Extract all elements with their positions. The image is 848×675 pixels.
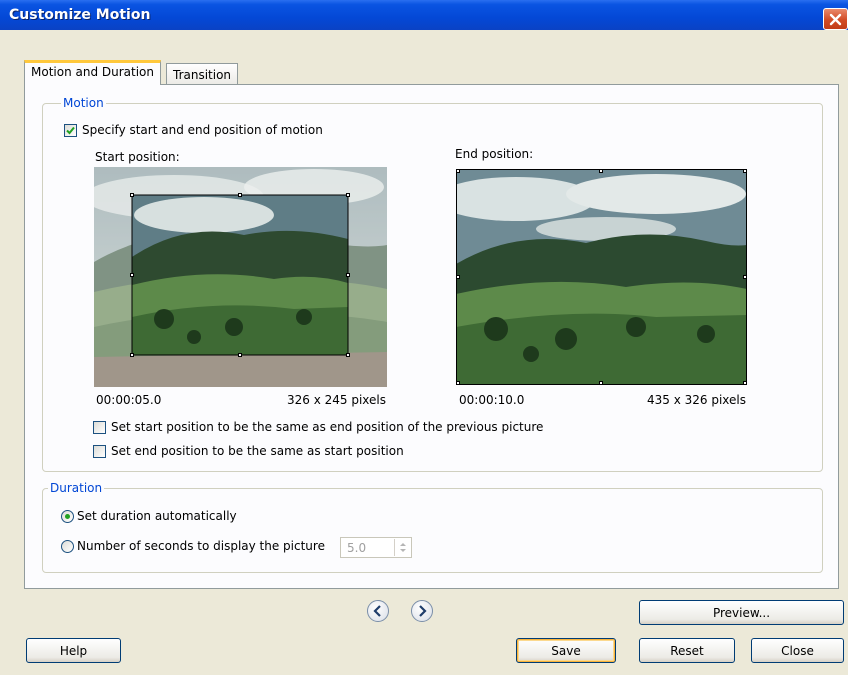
crop-handle[interactable] — [456, 169, 460, 173]
same-as-previous-checkbox[interactable] — [93, 421, 106, 434]
crop-handle[interactable] — [238, 193, 242, 197]
tab-transition[interactable]: Transition — [166, 63, 239, 84]
crop-handle[interactable] — [346, 273, 350, 277]
radio-selected-dot — [65, 514, 70, 519]
crop-handle[interactable] — [130, 353, 134, 357]
motion-group-label: Motion — [61, 96, 106, 110]
window-title: Customize Motion — [9, 7, 151, 23]
save-button[interactable]: Save — [516, 638, 616, 663]
title-bar: Customize Motion — [0, 0, 848, 30]
end-time: 00:00:10.0 — [459, 393, 525, 407]
same-as-previous-label: Set start position to be the same as end… — [111, 420, 544, 434]
close-icon — [829, 13, 842, 26]
crop-handle[interactable] — [130, 273, 134, 277]
specify-motion-label: Specify start and end position of motion — [82, 123, 323, 137]
seconds-value: 5.0 — [347, 541, 367, 555]
seconds-spinbox[interactable]: 5.0 — [340, 537, 412, 558]
chevron-right-icon — [419, 605, 427, 617]
help-button[interactable]: Help — [26, 638, 121, 663]
end-same-as-start-label: Set end position to be the same as start… — [111, 444, 404, 458]
seconds-radio[interactable] — [61, 540, 74, 553]
chevron-left-icon — [373, 605, 381, 617]
duration-group-label: Duration — [48, 481, 105, 495]
crop-handle[interactable] — [743, 381, 747, 385]
duration-group — [42, 488, 823, 573]
end-position-label: End position: — [455, 147, 534, 161]
start-position-label: Start position: — [95, 150, 180, 164]
specify-motion-checkbox[interactable] — [64, 124, 77, 137]
auto-duration-label: Set duration automatically — [77, 509, 237, 523]
preview-button[interactable]: Preview... — [639, 600, 844, 625]
checkmark-icon — [66, 126, 75, 135]
start-position-image — [94, 167, 387, 387]
crop-handle[interactable] — [456, 275, 460, 279]
spin-arrows-icon — [400, 543, 406, 552]
landscape-image — [456, 169, 747, 385]
seconds-label: Number of seconds to display the picture — [77, 539, 325, 553]
end-position-image — [456, 169, 747, 385]
reset-button[interactable]: Reset — [639, 638, 735, 663]
end-same-as-start-checkbox[interactable] — [93, 445, 106, 458]
next-button[interactable] — [411, 600, 433, 622]
start-time: 00:00:05.0 — [96, 393, 162, 407]
spin-buttons[interactable] — [394, 539, 411, 556]
crop-handle[interactable] — [599, 381, 603, 385]
crop-handle[interactable] — [456, 381, 460, 385]
crop-handle[interactable] — [743, 275, 747, 279]
start-size: 326 x 245 pixels — [287, 393, 387, 407]
crop-handle[interactable] — [346, 353, 350, 357]
crop-handle[interactable] — [130, 193, 134, 197]
end-size: 435 x 326 pixels — [647, 393, 747, 407]
crop-handle[interactable] — [238, 353, 242, 357]
tab-motion-and-duration[interactable]: Motion and Duration — [24, 60, 162, 85]
close-button[interactable]: Close — [751, 638, 844, 663]
window-close-button[interactable] — [823, 8, 848, 30]
crop-handle[interactable] — [346, 193, 350, 197]
previous-button[interactable] — [367, 600, 389, 622]
crop-handle[interactable] — [743, 169, 747, 173]
crop-handle[interactable] — [599, 169, 603, 173]
auto-duration-radio[interactable] — [61, 510, 74, 523]
